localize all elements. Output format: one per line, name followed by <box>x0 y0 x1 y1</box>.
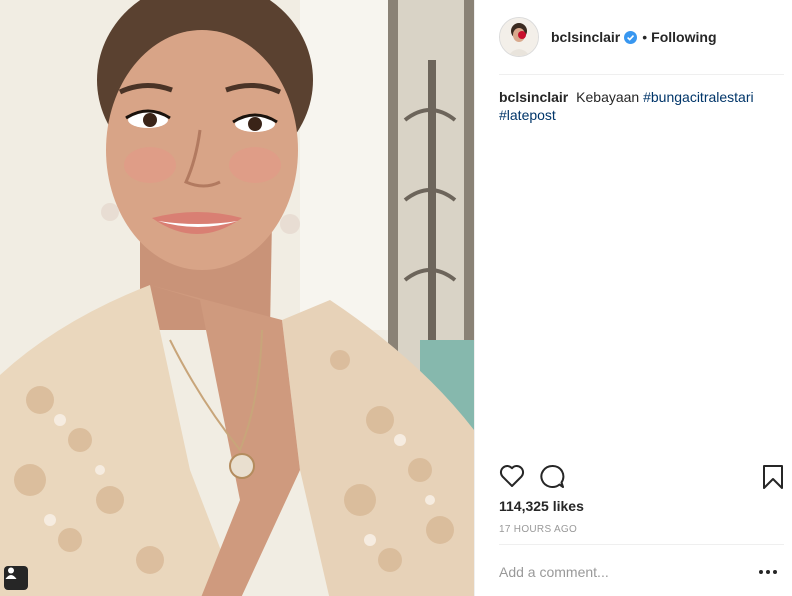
caption-username[interactable]: bclsinclair <box>499 89 568 105</box>
caption-text: Kebayaan <box>576 89 640 105</box>
post-timestamp[interactable]: 17 HOURS AGO <box>499 524 577 535</box>
instagram-post: bclsinclair • Following bclsinclair Keba… <box>0 0 792 596</box>
username-link[interactable]: bclsinclair <box>551 29 620 45</box>
comment-divider <box>499 544 784 545</box>
separator-dot: • <box>642 29 648 45</box>
user-tag-icon[interactable] <box>4 566 28 590</box>
post-photo[interactable] <box>0 0 474 596</box>
comment-input[interactable] <box>499 562 719 582</box>
header-divider <box>499 74 784 75</box>
comment-bubble-icon[interactable] <box>539 464 565 495</box>
heart-icon[interactable] <box>499 464 525 493</box>
hashtag-link[interactable]: #bungacitralestari <box>643 89 754 105</box>
hashtag-link[interactable]: #latepost <box>499 107 556 123</box>
post-caption: bclsinclair Kebayaan #bungacitralestari … <box>499 88 779 124</box>
following-button[interactable]: Following <box>651 29 716 45</box>
avatar[interactable] <box>499 17 539 57</box>
portrait-image <box>0 0 474 596</box>
post-header: bclsinclair • Following <box>499 16 717 58</box>
verified-badge-icon <box>624 30 638 44</box>
like-count[interactable]: 114,325 likes <box>499 498 584 514</box>
bookmark-icon[interactable] <box>762 464 784 495</box>
post-side-panel: bclsinclair • Following bclsinclair Keba… <box>474 0 792 596</box>
action-bar <box>499 464 784 492</box>
more-options-icon[interactable] <box>758 562 778 582</box>
